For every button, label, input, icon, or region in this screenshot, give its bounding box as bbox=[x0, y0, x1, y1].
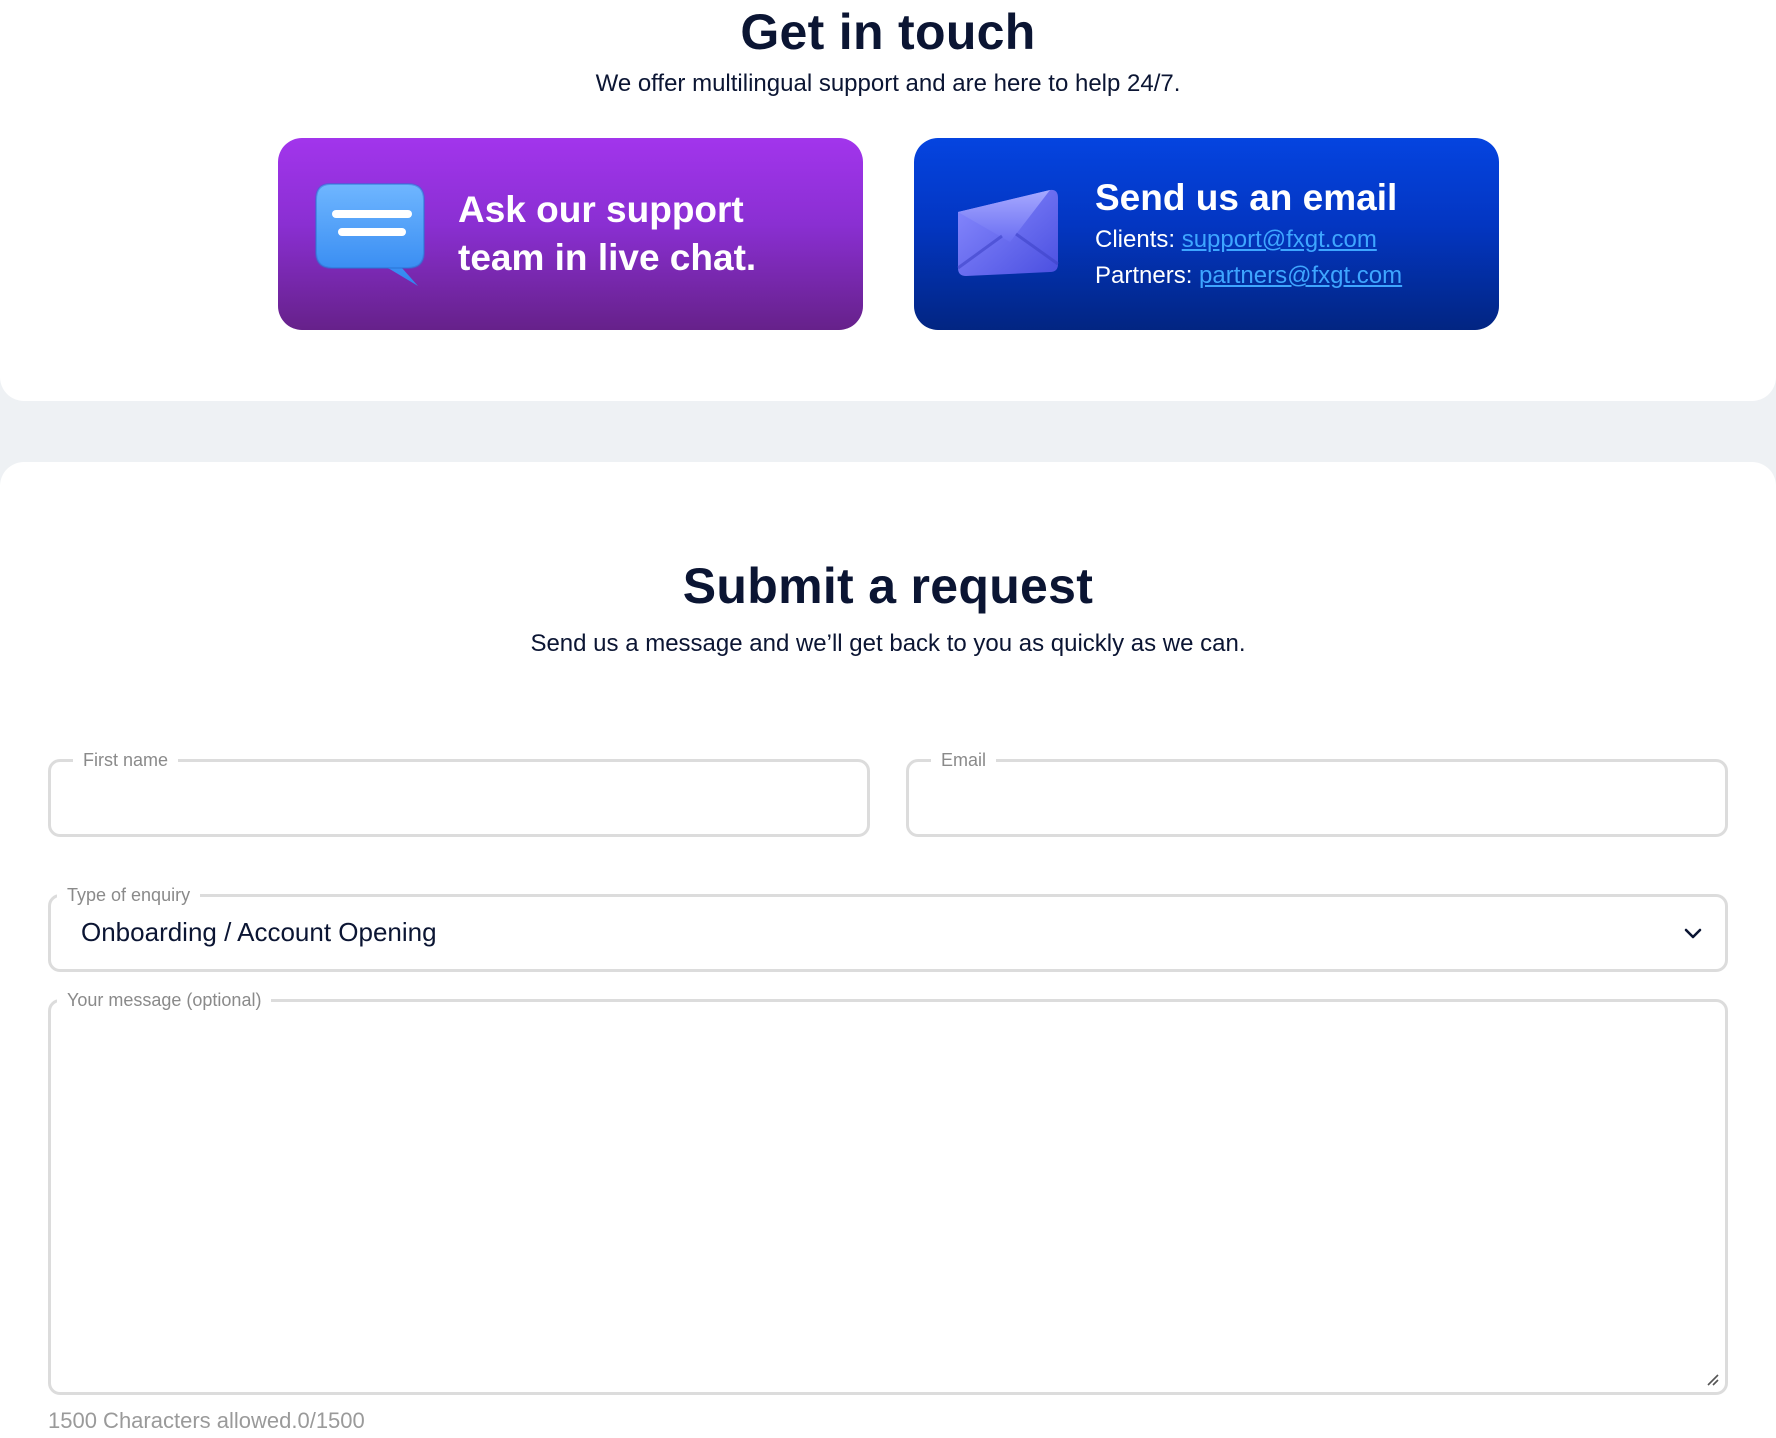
live-chat-label: Ask our support team in live chat. bbox=[458, 189, 757, 278]
enquiry-select[interactable]: Type of enquiry Onboarding / Account Ope… bbox=[48, 883, 1728, 972]
contact-subtitle: We offer multilingual support and are he… bbox=[595, 70, 1181, 97]
request-subtitle: Send us a message and we’ll get back to … bbox=[530, 630, 1246, 657]
enquiry-label: Type of enquiry bbox=[57, 883, 201, 907]
partners-label: Partners: bbox=[1095, 262, 1193, 289]
enquiry-selected-value: Onboarding / Account Opening bbox=[81, 917, 437, 947]
message-field[interactable]: Your message (optional) bbox=[48, 988, 1728, 1395]
live-chat-card[interactable]: Ask our support team in live chat. bbox=[278, 138, 863, 330]
first-name-field[interactable]: First name bbox=[48, 748, 870, 837]
contact-title: Get in touch bbox=[740, 4, 1036, 60]
email-card-title: Send us an email bbox=[1095, 177, 1398, 218]
contact-section: Get in touch We offer multilingual suppo… bbox=[0, 0, 1776, 401]
chat-bubble-icon bbox=[315, 183, 425, 286]
email-input[interactable] bbox=[909, 762, 1725, 834]
clients-email-line: Clients: support@fxgt.com bbox=[1095, 225, 1377, 255]
message-textarea[interactable] bbox=[51, 1002, 1725, 1392]
email-field[interactable]: Email bbox=[906, 748, 1728, 837]
email-card: Send us an email Clients: support@fxgt.c… bbox=[914, 138, 1499, 330]
clients-label: Clients: bbox=[1095, 226, 1176, 253]
partners-email-link[interactable]: partners@fxgt.com bbox=[1199, 262, 1402, 289]
partners-email-line: Partners: partners@fxgt.com bbox=[1095, 261, 1402, 291]
character-counter: 1500 Characters allowed.0/1500 bbox=[48, 1408, 365, 1433]
chevron-down-icon bbox=[1684, 928, 1702, 939]
resize-handle-icon[interactable] bbox=[1705, 1372, 1719, 1386]
envelope-icon bbox=[957, 189, 1059, 276]
request-title: Submit a request bbox=[682, 558, 1094, 614]
first-name-input[interactable] bbox=[51, 762, 867, 834]
clients-email-link[interactable]: support@fxgt.com bbox=[1182, 226, 1377, 253]
